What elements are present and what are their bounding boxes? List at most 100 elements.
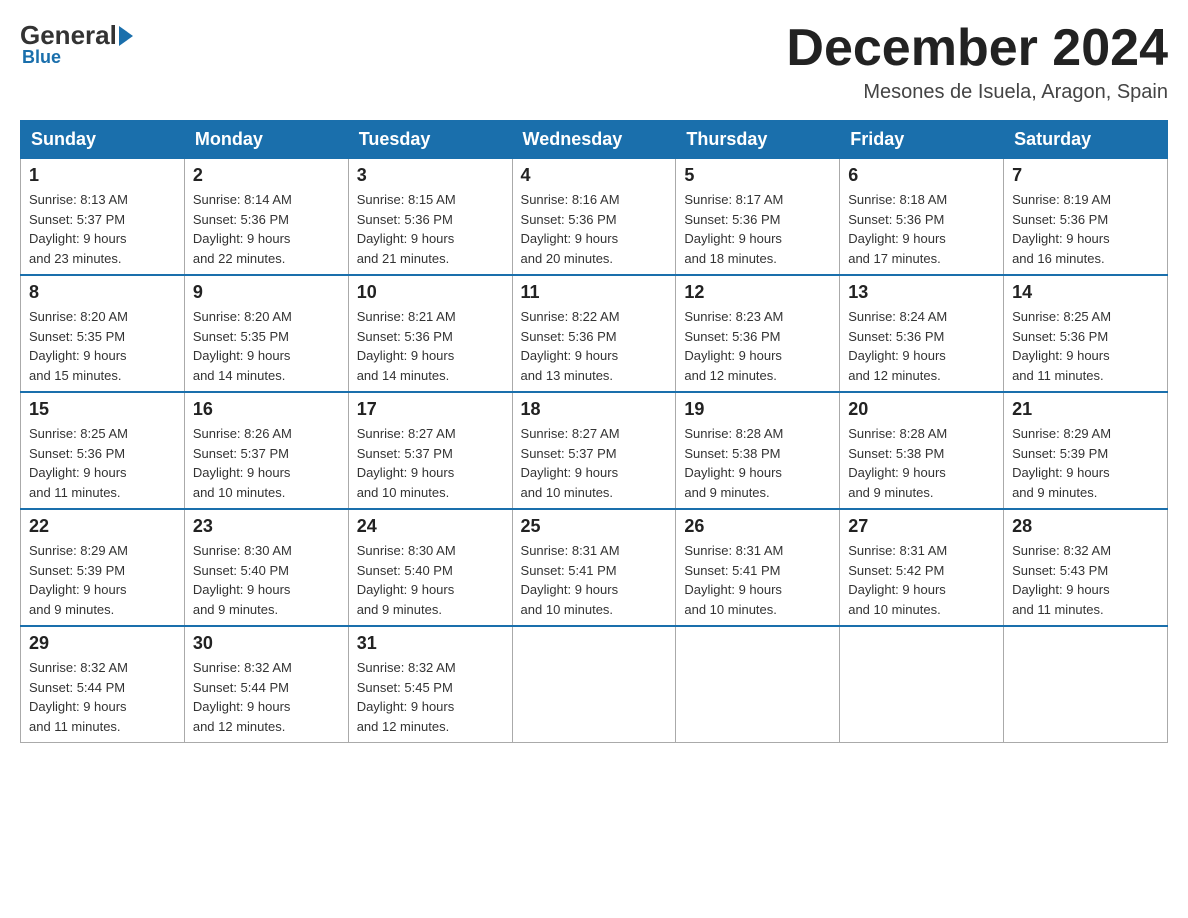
day-info: Sunrise: 8:28 AM Sunset: 5:38 PM Dayligh… [848, 424, 995, 502]
day-info: Sunrise: 8:18 AM Sunset: 5:36 PM Dayligh… [848, 190, 995, 268]
calendar-cell: 1 Sunrise: 8:13 AM Sunset: 5:37 PM Dayli… [21, 159, 185, 276]
calendar-cell: 27 Sunrise: 8:31 AM Sunset: 5:42 PM Dayl… [840, 509, 1004, 626]
day-info: Sunrise: 8:20 AM Sunset: 5:35 PM Dayligh… [193, 307, 340, 385]
day-number: 27 [848, 516, 995, 537]
day-number: 16 [193, 399, 340, 420]
day-info: Sunrise: 8:32 AM Sunset: 5:43 PM Dayligh… [1012, 541, 1159, 619]
day-info: Sunrise: 8:19 AM Sunset: 5:36 PM Dayligh… [1012, 190, 1159, 268]
calendar-week-4: 22 Sunrise: 8:29 AM Sunset: 5:39 PM Dayl… [21, 509, 1168, 626]
day-info: Sunrise: 8:20 AM Sunset: 5:35 PM Dayligh… [29, 307, 176, 385]
day-info: Sunrise: 8:28 AM Sunset: 5:38 PM Dayligh… [684, 424, 831, 502]
calendar-cell: 19 Sunrise: 8:28 AM Sunset: 5:38 PM Dayl… [676, 392, 840, 509]
calendar-cell: 13 Sunrise: 8:24 AM Sunset: 5:36 PM Dayl… [840, 275, 1004, 392]
calendar-cell: 3 Sunrise: 8:15 AM Sunset: 5:36 PM Dayli… [348, 159, 512, 276]
day-info: Sunrise: 8:27 AM Sunset: 5:37 PM Dayligh… [357, 424, 504, 502]
logo-arrow-icon [119, 26, 133, 46]
day-info: Sunrise: 8:24 AM Sunset: 5:36 PM Dayligh… [848, 307, 995, 385]
weekday-header-tuesday: Tuesday [348, 121, 512, 159]
calendar-cell: 5 Sunrise: 8:17 AM Sunset: 5:36 PM Dayli… [676, 159, 840, 276]
day-number: 31 [357, 633, 504, 654]
day-number: 25 [521, 516, 668, 537]
day-info: Sunrise: 8:25 AM Sunset: 5:36 PM Dayligh… [29, 424, 176, 502]
day-number: 10 [357, 282, 504, 303]
calendar-cell: 18 Sunrise: 8:27 AM Sunset: 5:37 PM Dayl… [512, 392, 676, 509]
day-number: 9 [193, 282, 340, 303]
calendar-cell [512, 626, 676, 743]
calendar-cell: 30 Sunrise: 8:32 AM Sunset: 5:44 PM Dayl… [184, 626, 348, 743]
day-number: 6 [848, 165, 995, 186]
weekday-header-wednesday: Wednesday [512, 121, 676, 159]
day-info: Sunrise: 8:16 AM Sunset: 5:36 PM Dayligh… [521, 190, 668, 268]
day-info: Sunrise: 8:27 AM Sunset: 5:37 PM Dayligh… [521, 424, 668, 502]
calendar-cell: 22 Sunrise: 8:29 AM Sunset: 5:39 PM Dayl… [21, 509, 185, 626]
calendar-cell: 25 Sunrise: 8:31 AM Sunset: 5:41 PM Dayl… [512, 509, 676, 626]
weekday-header-sunday: Sunday [21, 121, 185, 159]
calendar-cell: 9 Sunrise: 8:20 AM Sunset: 5:35 PM Dayli… [184, 275, 348, 392]
calendar-cell: 11 Sunrise: 8:22 AM Sunset: 5:36 PM Dayl… [512, 275, 676, 392]
calendar-cell: 2 Sunrise: 8:14 AM Sunset: 5:36 PM Dayli… [184, 159, 348, 276]
day-number: 5 [684, 165, 831, 186]
day-info: Sunrise: 8:17 AM Sunset: 5:36 PM Dayligh… [684, 190, 831, 268]
calendar-cell: 14 Sunrise: 8:25 AM Sunset: 5:36 PM Dayl… [1004, 275, 1168, 392]
day-info: Sunrise: 8:22 AM Sunset: 5:36 PM Dayligh… [521, 307, 668, 385]
calendar-cell: 4 Sunrise: 8:16 AM Sunset: 5:36 PM Dayli… [512, 159, 676, 276]
day-number: 7 [1012, 165, 1159, 186]
location-text: Mesones de Isuela, Aragon, Spain [786, 81, 1168, 104]
day-number: 26 [684, 516, 831, 537]
calendar-cell: 31 Sunrise: 8:32 AM Sunset: 5:45 PM Dayl… [348, 626, 512, 743]
calendar-cell: 17 Sunrise: 8:27 AM Sunset: 5:37 PM Dayl… [348, 392, 512, 509]
day-number: 15 [29, 399, 176, 420]
calendar-cell: 26 Sunrise: 8:31 AM Sunset: 5:41 PM Dayl… [676, 509, 840, 626]
calendar-cell: 15 Sunrise: 8:25 AM Sunset: 5:36 PM Dayl… [21, 392, 185, 509]
calendar-cell: 6 Sunrise: 8:18 AM Sunset: 5:36 PM Dayli… [840, 159, 1004, 276]
day-number: 22 [29, 516, 176, 537]
day-number: 2 [193, 165, 340, 186]
day-number: 18 [521, 399, 668, 420]
day-number: 21 [1012, 399, 1159, 420]
weekday-header-friday: Friday [840, 121, 1004, 159]
day-info: Sunrise: 8:25 AM Sunset: 5:36 PM Dayligh… [1012, 307, 1159, 385]
day-info: Sunrise: 8:31 AM Sunset: 5:41 PM Dayligh… [684, 541, 831, 619]
day-info: Sunrise: 8:31 AM Sunset: 5:42 PM Dayligh… [848, 541, 995, 619]
logo: General Blue [20, 20, 135, 68]
day-number: 4 [521, 165, 668, 186]
calendar-week-1: 1 Sunrise: 8:13 AM Sunset: 5:37 PM Dayli… [21, 159, 1168, 276]
day-number: 11 [521, 282, 668, 303]
day-number: 17 [357, 399, 504, 420]
day-info: Sunrise: 8:29 AM Sunset: 5:39 PM Dayligh… [29, 541, 176, 619]
calendar-cell: 10 Sunrise: 8:21 AM Sunset: 5:36 PM Dayl… [348, 275, 512, 392]
day-info: Sunrise: 8:29 AM Sunset: 5:39 PM Dayligh… [1012, 424, 1159, 502]
weekday-header-saturday: Saturday [1004, 121, 1168, 159]
day-info: Sunrise: 8:15 AM Sunset: 5:36 PM Dayligh… [357, 190, 504, 268]
day-info: Sunrise: 8:21 AM Sunset: 5:36 PM Dayligh… [357, 307, 504, 385]
day-info: Sunrise: 8:14 AM Sunset: 5:36 PM Dayligh… [193, 190, 340, 268]
day-number: 8 [29, 282, 176, 303]
day-number: 12 [684, 282, 831, 303]
calendar-cell: 20 Sunrise: 8:28 AM Sunset: 5:38 PM Dayl… [840, 392, 1004, 509]
day-info: Sunrise: 8:26 AM Sunset: 5:37 PM Dayligh… [193, 424, 340, 502]
calendar-cell: 8 Sunrise: 8:20 AM Sunset: 5:35 PM Dayli… [21, 275, 185, 392]
day-number: 20 [848, 399, 995, 420]
day-info: Sunrise: 8:30 AM Sunset: 5:40 PM Dayligh… [193, 541, 340, 619]
day-number: 23 [193, 516, 340, 537]
day-info: Sunrise: 8:30 AM Sunset: 5:40 PM Dayligh… [357, 541, 504, 619]
day-number: 14 [1012, 282, 1159, 303]
calendar-cell: 21 Sunrise: 8:29 AM Sunset: 5:39 PM Dayl… [1004, 392, 1168, 509]
day-number: 19 [684, 399, 831, 420]
calendar-week-5: 29 Sunrise: 8:32 AM Sunset: 5:44 PM Dayl… [21, 626, 1168, 743]
calendar-cell: 16 Sunrise: 8:26 AM Sunset: 5:37 PM Dayl… [184, 392, 348, 509]
day-info: Sunrise: 8:13 AM Sunset: 5:37 PM Dayligh… [29, 190, 176, 268]
day-info: Sunrise: 8:31 AM Sunset: 5:41 PM Dayligh… [521, 541, 668, 619]
month-title: December 2024 [786, 20, 1168, 77]
calendar-cell: 28 Sunrise: 8:32 AM Sunset: 5:43 PM Dayl… [1004, 509, 1168, 626]
day-number: 3 [357, 165, 504, 186]
calendar-cell: 7 Sunrise: 8:19 AM Sunset: 5:36 PM Dayli… [1004, 159, 1168, 276]
calendar-week-3: 15 Sunrise: 8:25 AM Sunset: 5:36 PM Dayl… [21, 392, 1168, 509]
day-info: Sunrise: 8:23 AM Sunset: 5:36 PM Dayligh… [684, 307, 831, 385]
weekday-header-monday: Monday [184, 121, 348, 159]
calendar-cell [1004, 626, 1168, 743]
day-number: 13 [848, 282, 995, 303]
calendar-cell [840, 626, 1004, 743]
day-number: 30 [193, 633, 340, 654]
day-info: Sunrise: 8:32 AM Sunset: 5:44 PM Dayligh… [193, 658, 340, 736]
